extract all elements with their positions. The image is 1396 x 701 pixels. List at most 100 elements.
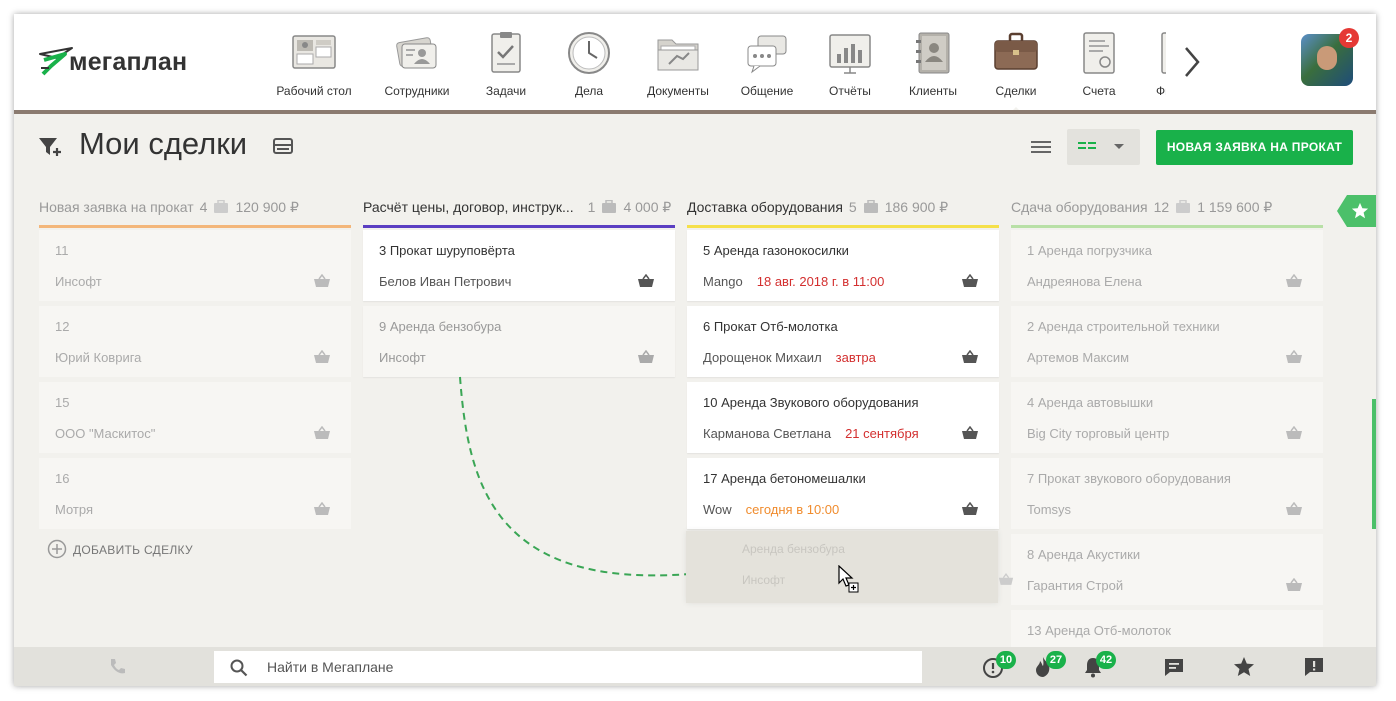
- phone-icon[interactable]: [107, 657, 127, 677]
- clock-icon: [568, 32, 610, 74]
- basket-icon[interactable]: [961, 350, 979, 364]
- deal-client: Инсофт: [742, 573, 786, 587]
- app-window: мегаплан Рабочий стол Сотрудники Задачи …: [14, 14, 1376, 686]
- basket-icon: [998, 573, 1014, 585]
- deal-card[interactable]: 1 Аренда погрузчика Андреянова Елена: [1011, 230, 1323, 301]
- basket-icon[interactable]: [313, 502, 331, 516]
- nav-item-reports[interactable]: Отчёты: [808, 14, 892, 110]
- briefcase-small-icon: [863, 200, 878, 213]
- kanban-view-toggle[interactable]: [1067, 129, 1140, 165]
- message-icon[interactable]: [1162, 655, 1186, 679]
- list-view-icon[interactable]: [1029, 138, 1053, 156]
- notification-badge: 2: [1339, 28, 1359, 48]
- basket-icon[interactable]: [961, 502, 979, 516]
- deal-title: 16: [55, 471, 70, 486]
- nav-label: Документы: [647, 84, 709, 98]
- deal-card[interactable]: 3 Прокат шуруповёрта Белов Иван Петрович: [363, 230, 675, 301]
- desktop-icon: [292, 35, 336, 69]
- tasks-icon: [491, 32, 521, 73]
- nav-item-clients[interactable]: Клиенты: [892, 14, 974, 110]
- global-search-input[interactable]: Найти в Мегаплане: [214, 651, 922, 683]
- column-title: Сдача оборудования: [1011, 199, 1148, 215]
- nav-item-communication[interactable]: Общение: [726, 14, 808, 110]
- deal-client: Инсофт: [55, 274, 102, 289]
- deal-card[interactable]: 7 Прокат звукового оборудования Tomsys: [1011, 458, 1323, 529]
- client-name: Карманова Светлана: [703, 426, 832, 441]
- new-rental-request-button[interactable]: НОВАЯ ЗАЯВКА НА ПРОКАТ: [1156, 130, 1353, 165]
- chevron-right-icon[interactable]: [1176, 44, 1206, 80]
- feedback-icon[interactable]: [1302, 655, 1326, 679]
- nav-item-invoices[interactable]: Счета: [1058, 14, 1140, 110]
- basket-icon[interactable]: [1285, 426, 1303, 440]
- nav-item-desktop[interactable]: Рабочий стол: [254, 14, 374, 110]
- deal-card[interactable]: 10 Аренда Звукового оборудования Кармано…: [687, 382, 999, 453]
- deal-card[interactable]: 8 Аренда Акустики Гарантия Строй: [1011, 534, 1323, 605]
- logo-text: мегаплан: [69, 48, 188, 76]
- deal-client: Артемов Максим: [1027, 350, 1130, 365]
- kanban-icon: [1078, 142, 1096, 149]
- favorites-tab[interactable]: [1337, 195, 1376, 227]
- column-color-line: [363, 225, 675, 228]
- deal-title: 13 Аренда Отб-молоток: [1027, 623, 1171, 638]
- megaplan-logo[interactable]: мегаплан: [39, 44, 199, 80]
- column-header: Доставка оборудования 5 186 900 ₽: [687, 199, 999, 225]
- deal-card[interactable]: 11 Инсофт: [39, 230, 351, 301]
- column-color-line: [1011, 225, 1323, 228]
- nav-label: Фина: [1156, 84, 1166, 98]
- column-header: Сдача оборудования 12 1 159 600 ₽: [1011, 199, 1323, 225]
- paper-plane-logo-icon: [39, 47, 73, 76]
- deal-client: Tomsys: [1027, 502, 1072, 517]
- basket-icon[interactable]: [961, 426, 979, 440]
- column-equipment-return: Сдача оборудования 12 1 159 600 ₽ 1 Аренда…: [1011, 199, 1323, 686]
- deal-client: Карманова Светлана 21 сентября: [703, 426, 919, 441]
- plus-circle-icon: [47, 539, 67, 559]
- column-sum: 4 000 ₽: [623, 199, 672, 215]
- basket-icon[interactable]: [313, 426, 331, 440]
- column-header: Расчёт цены, договор, инструк... 1 4 000 ₽: [363, 199, 675, 225]
- deal-card[interactable]: 4 Аренда автовышки Big City торговый цен…: [1011, 382, 1323, 453]
- basket-icon[interactable]: [1285, 502, 1303, 516]
- deal-title: 17 Аренда бетономешалки: [703, 471, 866, 486]
- drag-cursor-icon: [838, 565, 859, 593]
- deal-card[interactable]: 9 Аренда бензобура Инсофт: [363, 306, 675, 377]
- nav-item-tasks[interactable]: Задачи: [464, 14, 548, 110]
- folder-icon: [657, 39, 699, 71]
- nav-item-finance[interactable]: Фина: [1140, 14, 1166, 110]
- favorites-star-icon[interactable]: [1232, 655, 1256, 679]
- nav-item-deals[interactable]: Сделки: [974, 14, 1058, 110]
- basket-icon[interactable]: [1285, 274, 1303, 288]
- column-sum: 186 900 ₽: [884, 199, 949, 215]
- top-nav-bar: мегаплан Рабочий стол Сотрудники Задачи …: [14, 14, 1376, 114]
- deal-card[interactable]: 2 Аренда строительной техники Артемов Ма…: [1011, 306, 1323, 377]
- card-view-icon[interactable]: [272, 136, 294, 156]
- column-color-line: [39, 225, 351, 228]
- basket-icon[interactable]: [637, 350, 655, 364]
- nav-item-affairs[interactable]: Дела: [548, 14, 630, 110]
- deal-title: 15: [55, 395, 70, 410]
- avatar[interactable]: 2: [1301, 28, 1359, 86]
- filter-add-icon[interactable]: [38, 136, 62, 158]
- deal-card[interactable]: 12 Юрий Коврига: [39, 306, 351, 377]
- basket-icon[interactable]: [313, 274, 331, 288]
- scroll-indicator[interactable]: [1372, 399, 1376, 529]
- search-placeholder: Найти в Мегаплане: [267, 659, 394, 675]
- nav-item-documents[interactable]: Документы: [630, 14, 726, 110]
- deal-card[interactable]: 17 Аренда бетономешалки Wow сегодня в 10:…: [687, 458, 999, 529]
- basket-icon[interactable]: [1285, 578, 1303, 592]
- notifications-badge: 42: [1096, 651, 1116, 669]
- basket-icon[interactable]: [637, 274, 655, 288]
- deal-card[interactable]: 5 Аренда газонокосилки Mango 18 авг. 2018…: [687, 230, 999, 301]
- deal-card[interactable]: 15 ООО "Маскитос": [39, 382, 351, 453]
- add-deal-button[interactable]: ДОБАВИТЬ СДЕЛКУ: [47, 539, 193, 559]
- deal-card[interactable]: 6 Прокат Отб-молотка Дорощенок Михаил зав…: [687, 306, 999, 377]
- deal-card[interactable]: 16 Мотря: [39, 458, 351, 529]
- basket-icon[interactable]: [313, 350, 331, 364]
- basket-icon[interactable]: [961, 274, 979, 288]
- nav-item-employees[interactable]: Сотрудники: [372, 14, 462, 110]
- deal-client: Андреянова Елена: [1027, 274, 1142, 289]
- deal-client: Юрий Коврига: [55, 350, 142, 365]
- module-nav: Рабочий стол Сотрудники Задачи Дела Доку…: [254, 14, 1166, 110]
- deal-client: Mango 18 авг. 2018 г. в 11:00: [703, 274, 884, 289]
- column-title: Расчёт цены, договор, инструк...: [363, 199, 574, 215]
- basket-icon[interactable]: [1285, 350, 1303, 364]
